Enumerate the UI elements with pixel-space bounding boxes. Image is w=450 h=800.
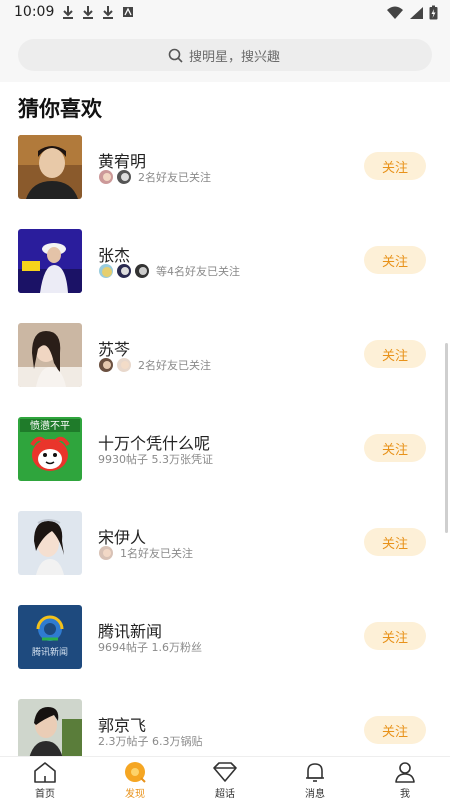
item-subtitle-text: 1名好友已关注 xyxy=(120,547,193,560)
svg-text:愤懑不平: 愤懑不平 xyxy=(30,419,70,432)
follow-button[interactable]: 关注 xyxy=(364,622,426,650)
download-icon xyxy=(63,6,73,19)
celebrity-photo[interactable] xyxy=(18,511,82,575)
tab-label: 首页 xyxy=(35,789,55,800)
friend-avatar xyxy=(98,169,114,185)
search-header: 搜明星，搜兴趣 xyxy=(0,26,450,82)
tab-messages[interactable]: 消息 xyxy=(270,757,360,800)
list-item[interactable]: 黄宥明 2名好友已关注 关注 xyxy=(0,133,450,227)
tab-discover[interactable]: 发现 xyxy=(90,757,180,800)
cartoon-mascot[interactable]: 愤懑不平 xyxy=(18,417,82,481)
friend-avatar xyxy=(98,263,114,279)
list-item[interactable]: 腾讯新闻 腾讯新闻 9694帖子 1.6万粉丝 关注 xyxy=(0,603,450,697)
diamond-icon xyxy=(213,762,237,782)
follow-button[interactable]: 关注 xyxy=(364,152,426,180)
tab-label: 消息 xyxy=(305,789,325,800)
item-subtitle: 9694帖子 1.6万粉丝 xyxy=(98,639,202,655)
follow-button[interactable]: 关注 xyxy=(364,246,426,274)
follow-button[interactable]: 关注 xyxy=(364,434,426,462)
item-subtitle: 9930帖子 5.3万张凭证 xyxy=(98,451,213,467)
search-placeholder: 搜明星，搜兴趣 xyxy=(189,50,281,65)
celebrity-photo[interactable] xyxy=(18,135,82,199)
download-icon xyxy=(83,6,93,19)
tab-label: 我 xyxy=(400,789,410,800)
item-subtitle-text: 2名好友已关注 xyxy=(138,171,211,184)
system-icons xyxy=(387,5,438,20)
friend-avatar xyxy=(98,545,114,561)
download-icon xyxy=(103,6,113,19)
search-icon xyxy=(168,48,183,63)
tab-home[interactable]: 首页 xyxy=(0,757,90,800)
search-input[interactable]: 搜明星，搜兴趣 xyxy=(18,39,432,71)
celebrity-photo[interactable] xyxy=(18,323,82,387)
section-title: 猜你喜欢 xyxy=(18,97,102,121)
scrollbar[interactable] xyxy=(445,343,448,533)
friend-avatar xyxy=(134,263,150,279)
bell-icon xyxy=(306,763,324,782)
wifi-icon xyxy=(387,6,403,19)
app-notification-icon xyxy=(123,7,133,17)
news-logo[interactable]: 腾讯新闻 xyxy=(18,605,82,669)
profile-icon xyxy=(395,762,415,783)
item-subtitle-text: 9694帖子 1.6万粉丝 xyxy=(98,641,202,654)
tab-label: 发现 xyxy=(125,789,145,800)
item-subtitle: 2名好友已关注 xyxy=(98,169,211,185)
discover-icon xyxy=(125,762,146,783)
status-bar: 10:09 xyxy=(0,0,450,26)
item-subtitle-text: 9930帖子 5.3万张凭证 xyxy=(98,453,213,466)
celebrity-photo[interactable] xyxy=(18,699,82,763)
celebrity-photo[interactable] xyxy=(18,229,82,293)
tab-super-topic[interactable]: 超话 xyxy=(180,757,270,800)
tab-me[interactable]: 我 xyxy=(360,757,450,800)
friend-avatar xyxy=(116,169,132,185)
item-subtitle-text: 2.3万帖子 6.3万锅贴 xyxy=(98,735,203,748)
search-inner: 搜明星，搜兴趣 xyxy=(168,46,280,65)
signal-icon xyxy=(410,6,423,19)
follow-button[interactable]: 关注 xyxy=(364,340,426,368)
item-subtitle-text: 2名好友已关注 xyxy=(138,359,211,372)
item-subtitle: 等4名好友已关注 xyxy=(98,263,240,279)
list-item[interactable]: 苏芩 2名好友已关注 关注 xyxy=(0,321,450,415)
friend-avatar xyxy=(116,357,132,373)
bottom-tab-bar: 首页 发现 超话 消息 我 xyxy=(0,756,450,800)
follow-button[interactable]: 关注 xyxy=(364,716,426,744)
follow-button[interactable]: 关注 xyxy=(364,528,426,556)
item-subtitle: 2.3万帖子 6.3万锅贴 xyxy=(98,733,202,749)
home-icon xyxy=(34,762,56,783)
list-item[interactable]: 张杰 等4名好友已关注 关注 xyxy=(0,227,450,321)
status-time: 10:09 xyxy=(14,4,55,20)
friend-avatar xyxy=(98,357,114,373)
tab-label: 超话 xyxy=(215,789,235,800)
svg-text:腾讯新闻: 腾讯新闻 xyxy=(32,646,68,658)
list-item[interactable]: 宋伊人 1名好友已关注 关注 xyxy=(0,509,450,603)
list-item[interactable]: 愤懑不平 十万个凭什么呢 9930帖子 5.3万张凭证 关注 xyxy=(0,415,450,509)
item-subtitle: 2名好友已关注 xyxy=(98,357,211,373)
friend-avatar xyxy=(116,263,132,279)
notification-icons xyxy=(62,5,134,19)
battery-icon xyxy=(429,5,438,20)
item-subtitle: 1名好友已关注 xyxy=(98,545,193,561)
item-subtitle-text: 等4名好友已关注 xyxy=(156,265,240,278)
